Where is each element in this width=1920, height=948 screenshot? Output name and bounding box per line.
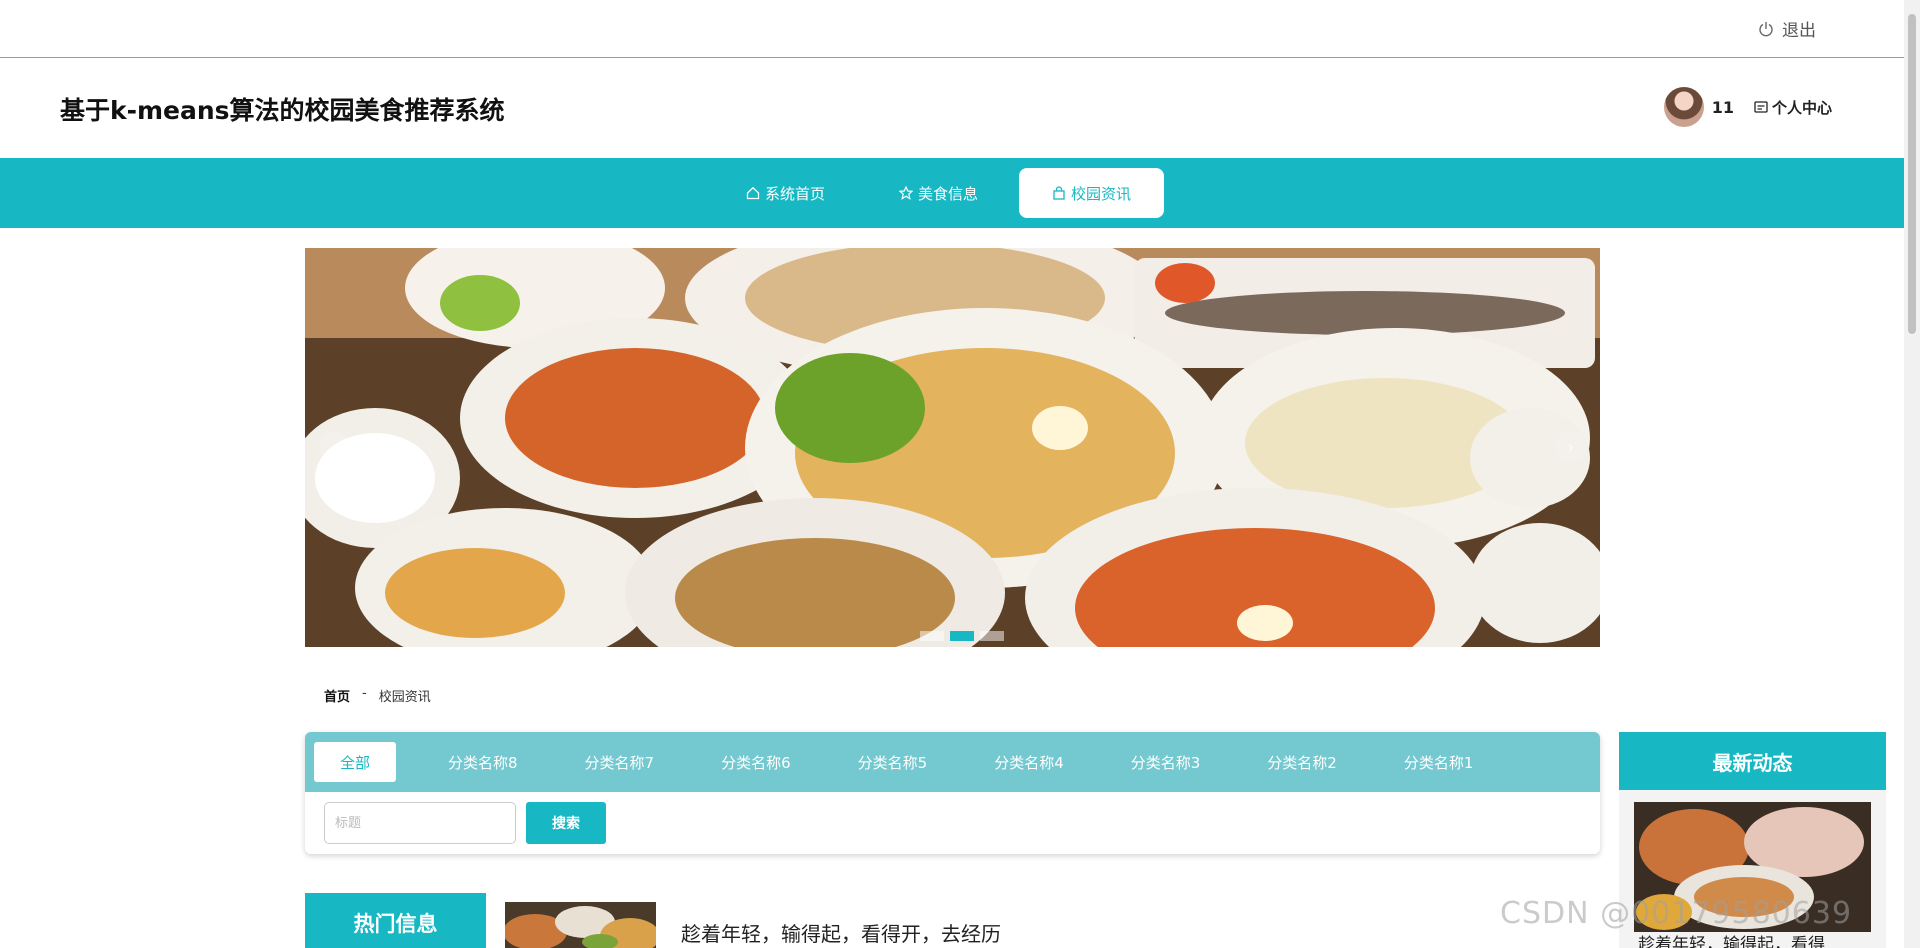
carousel-next-arrow[interactable]: › [1556, 432, 1586, 462]
avatar[interactable] [1663, 87, 1704, 127]
scrollbar-thumb[interactable] [1908, 14, 1916, 334]
nav-item-campus-news[interactable]: 校园资讯 [1019, 168, 1164, 218]
category-tabs: 全部 分类名称8 分类名称7 分类名称6 分类名称5 分类名称4 分类名称3 分… [305, 732, 1600, 792]
hot-item-title[interactable]: 趁着年轻，输得起，看得开，去经历 [681, 918, 1001, 947]
nav-label-campus-news: 校园资讯 [1070, 184, 1131, 203]
watermark-text: CSDN @00179580639 [1500, 896, 1853, 931]
page: 退出 基于k-means算法的校园美食推荐系统 11 个人中心 系统首页 美食信… [0, 0, 1920, 948]
bag-icon [1053, 186, 1065, 200]
category-tab[interactable]: 分类名称7 [563, 742, 677, 782]
category-tab-all[interactable]: 全部 [314, 742, 396, 782]
category-tab[interactable]: 分类名称8 [426, 742, 540, 782]
title-search-input[interactable] [324, 802, 516, 844]
filter-panel: 全部 分类名称8 分类名称7 分类名称6 分类名称5 分类名称4 分类名称3 分… [305, 732, 1600, 854]
logout-button[interactable]: 退出 [1758, 16, 1816, 41]
latest-item-title[interactable]: 趁着年轻，输得起，看得 [1638, 930, 1825, 948]
carousel-dot[interactable] [920, 631, 944, 641]
nav-item-home[interactable]: 系统首页 [713, 168, 858, 218]
nav-label-food: 美食信息 [917, 184, 978, 203]
nav-label-home: 系统首页 [764, 184, 825, 203]
banner-carousel[interactable]: ‹ › [305, 248, 1600, 647]
latest-news-title: 最新动态 [1619, 732, 1886, 790]
home-icon [746, 186, 760, 200]
carousel-dot-active[interactable] [950, 631, 974, 641]
carousel-prev-arrow[interactable]: ‹ [319, 432, 349, 462]
username: 11 [1711, 97, 1734, 117]
site-header: 基于k-means算法的校园美食推荐系统 11 个人中心 [0, 59, 1904, 158]
category-tab[interactable]: 分类名称1 [1382, 742, 1496, 782]
breadcrumb: 首页 - 校园资讯 [324, 686, 431, 705]
star-icon [898, 186, 913, 200]
nav-item-food[interactable]: 美食信息 [866, 168, 1011, 218]
site-title: 基于k-means算法的校园美食推荐系统 [60, 96, 505, 125]
search-button[interactable]: 搜索 [526, 802, 606, 844]
category-tab[interactable]: 分类名称6 [699, 742, 813, 782]
user-area: 11 个人中心 [1663, 87, 1832, 127]
carousel-dot[interactable] [980, 631, 1004, 641]
category-tab[interactable]: 分类名称2 [1245, 742, 1359, 782]
breadcrumb-current: 校园资讯 [378, 690, 431, 705]
breadcrumb-separator: - [362, 686, 367, 701]
power-icon [1759, 21, 1773, 36]
profile-card-icon [1754, 101, 1768, 113]
personal-center-link[interactable]: 个人中心 [1754, 97, 1832, 118]
search-row: 搜索 [324, 802, 606, 844]
hot-item-thumbnail[interactable] [505, 902, 656, 948]
hot-item-food-image [505, 902, 656, 948]
logout-label: 退出 [1782, 21, 1816, 41]
breadcrumb-home[interactable]: 首页 [324, 686, 350, 705]
personal-center-label: 个人中心 [1771, 98, 1832, 117]
banner-food-image [305, 248, 1600, 647]
category-tab[interactable]: 分类名称4 [972, 742, 1086, 782]
page-scrollbar[interactable] [1904, 0, 1920, 948]
top-bar: 退出 [0, 0, 1904, 58]
category-tab[interactable]: 分类名称5 [836, 742, 950, 782]
carousel-indicators [920, 631, 1004, 641]
category-tab[interactable]: 分类名称3 [1109, 742, 1223, 782]
hot-info-title: 热门信息 [305, 893, 486, 948]
main-nav: 系统首页 美食信息 校园资讯 [0, 158, 1904, 228]
